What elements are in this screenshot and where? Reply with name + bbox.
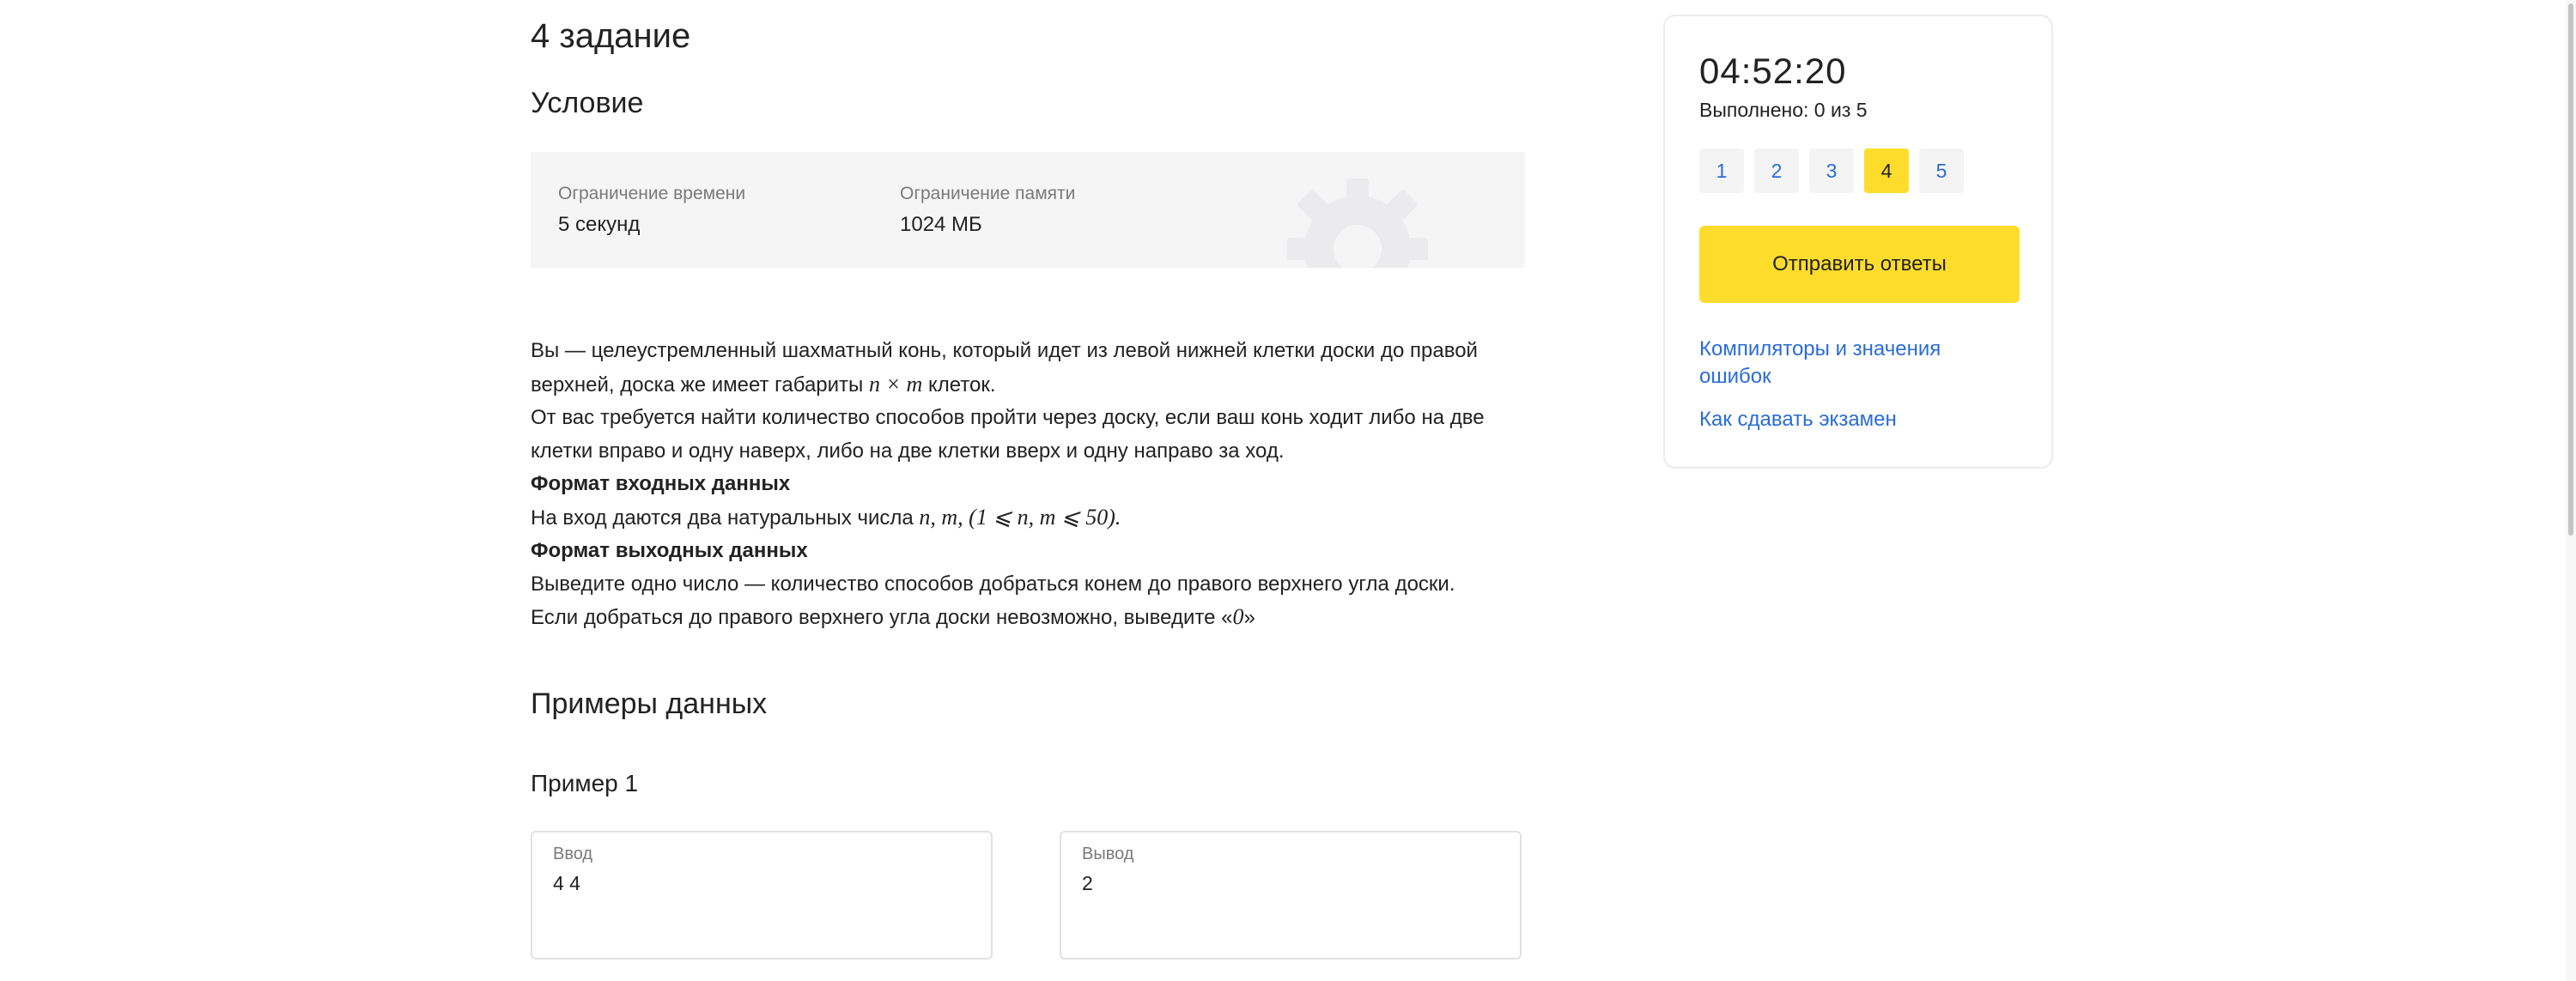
- board-size-formula: n × m: [868, 371, 923, 397]
- time-limit: Ограничение времени 5 секунд: [558, 183, 745, 238]
- input-format-heading: Формат входных данных: [531, 472, 791, 495]
- task-button-4[interactable]: 4: [1864, 148, 1909, 193]
- example-1-output-box[interactable]: Вывод 2: [1060, 831, 1522, 960]
- gear-icon: [1287, 179, 1428, 268]
- output-format-text-2b: »: [1243, 606, 1255, 629]
- task-navigation: 1 2 3 4 5: [1699, 148, 1964, 193]
- output-format-text-1: Выведите одно число — количество способо…: [531, 572, 1455, 596]
- time-limit-label: Ограничение времени: [558, 184, 746, 203]
- exam-sidebar: 04:52:20 Выполнено: 0 из 5 1 2 3 4 5 Отп…: [1663, 15, 2053, 469]
- task-button-2[interactable]: 2: [1754, 148, 1799, 193]
- output-format-text-2: Если добраться до правого верхнего угла …: [531, 601, 1525, 635]
- condition-heading: Условие: [531, 87, 644, 119]
- time-limit-value: 5 секунд: [558, 213, 641, 236]
- task-button-3[interactable]: 3: [1809, 148, 1854, 193]
- example-1-title: Пример 1: [531, 770, 639, 796]
- scrollbar-thumb[interactable]: [2568, 3, 2573, 536]
- memory-limit-label: Ограничение памяти: [900, 184, 1076, 203]
- zero-formula: 0: [1232, 604, 1244, 629]
- countdown-timer: 04:52:20: [1699, 51, 1847, 91]
- example-1-output-value[interactable]: 2: [1082, 870, 1093, 896]
- input-format-text-a: На вход даются два натуральных числа: [531, 506, 920, 530]
- memory-limit: Ограничение памяти 1024 МБ: [900, 183, 1075, 238]
- statement-text-1a: Вы — целеустремленный шахматный конь, ко…: [531, 339, 1478, 397]
- example-1-input-box[interactable]: Ввод 4 4: [531, 831, 993, 960]
- problem-statement: Вы — целеустремленный шахматный конь, ко…: [531, 335, 1525, 635]
- output-format-text-2a: Если добраться до правого верхнего угла …: [531, 606, 1233, 629]
- examples-heading: Примеры данных: [531, 687, 768, 720]
- memory-limit-value: 1024 МБ: [900, 213, 982, 236]
- compilers-errors-link[interactable]: Компиляторы и значения ошибок: [1699, 336, 1983, 391]
- page: 4 задание Условие Ограничение времени 5 …: [0, 0, 2576, 981]
- statement-text-1b: клеток.: [922, 372, 996, 397]
- input-format-text: На вход даются два натуральных числа n, …: [531, 501, 1525, 536]
- statement-paragraph-1: Вы — целеустремленный шахматный конь, ко…: [531, 335, 1525, 402]
- example-1-output-label: Вывод: [1082, 845, 1134, 863]
- output-format-heading: Формат выходных данных: [531, 539, 808, 562]
- task-button-1[interactable]: 1: [1699, 148, 1744, 193]
- task-title: 4 задание: [531, 17, 691, 55]
- task-button-5[interactable]: 5: [1919, 148, 1964, 193]
- how-to-take-exam-link[interactable]: Как сдавать экзамен: [1699, 406, 1983, 433]
- example-1-input-label: Ввод: [553, 845, 593, 863]
- progress-text: Выполнено: 0 из 5: [1699, 99, 1868, 121]
- submit-answers-button[interactable]: Отправить ответы: [1699, 226, 2020, 303]
- example-1-input-value[interactable]: 4 4: [553, 870, 580, 896]
- statement-paragraph-2: От вас требуется найти количество способ…: [531, 406, 1485, 463]
- page-scrollbar[interactable]: [2566, 0, 2576, 981]
- input-constraints-formula: n, m, (1 ⩽ n, m ⩽ 50).: [919, 504, 1121, 530]
